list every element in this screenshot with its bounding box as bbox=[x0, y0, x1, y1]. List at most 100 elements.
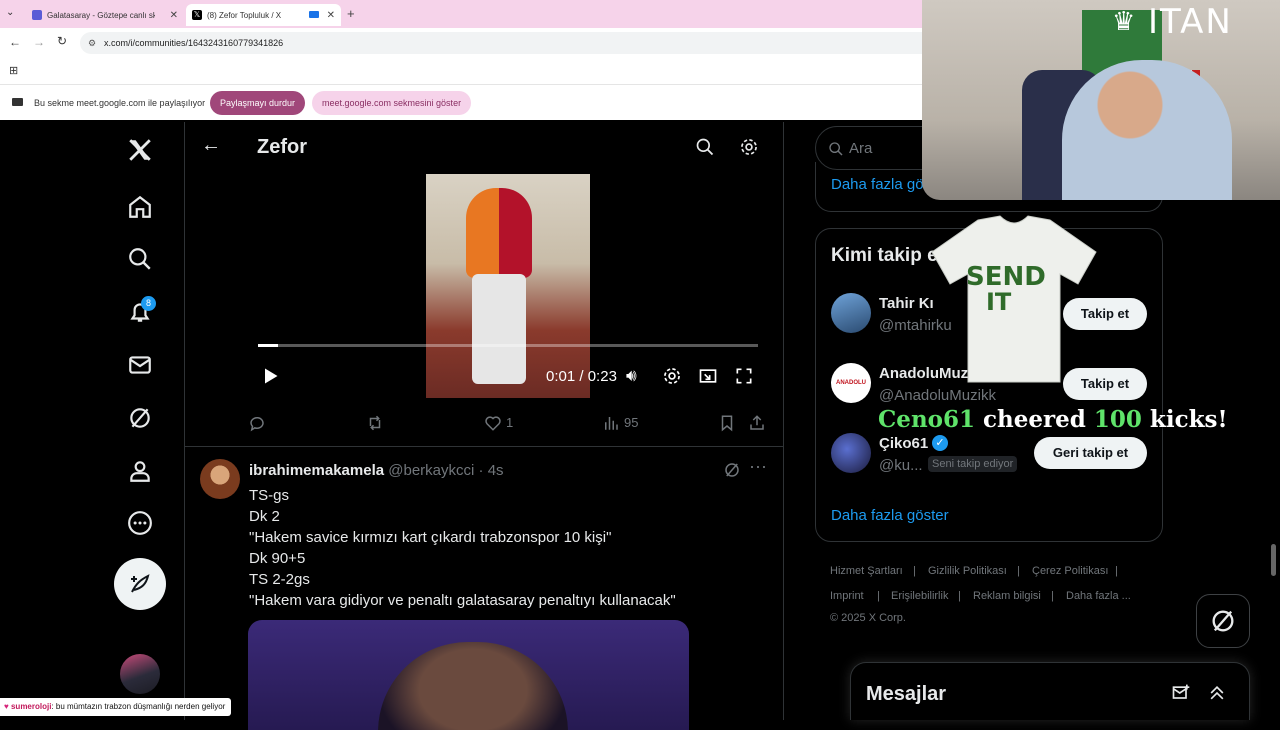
view-count: 95 bbox=[624, 415, 639, 430]
fullscreen-icon[interactable] bbox=[734, 366, 754, 386]
settings-gear-icon[interactable] bbox=[739, 137, 759, 157]
close-tab-icon[interactable]: ✕ bbox=[327, 10, 335, 21]
cheer-count: 100 bbox=[1093, 406, 1142, 433]
volume-icon[interactable]: 🔊︎ bbox=[626, 366, 637, 386]
tweet-time[interactable]: 4s bbox=[488, 462, 504, 479]
scrollbar-thumb[interactable] bbox=[1271, 544, 1276, 576]
grok-floating-button[interactable] bbox=[1196, 594, 1250, 648]
footer-link[interactable]: Hizmet Şartları bbox=[830, 565, 903, 577]
page-title: Zefor bbox=[257, 136, 307, 158]
tab-galatasaray[interactable]: Galatasaray - Göztepe canlı skor ✕ bbox=[26, 4, 184, 26]
cheer-user: Ceno61 bbox=[878, 406, 976, 433]
footer-separator: | bbox=[958, 590, 961, 602]
show-more-follow-link[interactable]: Daha fazla göster bbox=[831, 507, 949, 524]
explore-search-icon[interactable] bbox=[122, 241, 158, 277]
grok-explain-icon[interactable] bbox=[723, 461, 741, 479]
tshirt-icon bbox=[931, 215, 1097, 383]
show-meet-tab-button[interactable]: meet.google.com sekmesini göster bbox=[312, 91, 472, 115]
follow-name[interactable]: Tahir Kı bbox=[879, 295, 934, 312]
back-arrow-icon[interactable]: ← bbox=[201, 134, 221, 157]
tweet-line: TS-gs bbox=[249, 487, 290, 504]
tab-zefor[interactable]: 𝕏 (8) Zefor Topluluk / X ✕ bbox=[186, 4, 341, 26]
footer-link[interactable]: Çerez Politikası bbox=[1032, 565, 1108, 577]
close-tab-icon[interactable]: ✕ bbox=[170, 10, 178, 21]
follow-avatar[interactable] bbox=[831, 433, 871, 473]
compose-post-button[interactable] bbox=[114, 558, 166, 610]
footer-link[interactable]: Erişilebilirlik bbox=[891, 590, 948, 602]
tab-search-icon[interactable]: ⌄ bbox=[6, 7, 14, 18]
messages-drawer[interactable]: Mesajlar bbox=[850, 662, 1250, 720]
expand-messages-icon[interactable] bbox=[1207, 683, 1227, 703]
time-current: 0:01 bbox=[546, 368, 576, 385]
grok-icon[interactable] bbox=[122, 400, 158, 436]
video-frame bbox=[426, 174, 590, 398]
chat-user: sumeroloji bbox=[10, 702, 52, 711]
tweet-separator bbox=[185, 446, 783, 447]
tab-title: Galatasaray - Göztepe canlı skor bbox=[47, 10, 155, 20]
stop-sharing-button[interactable]: Paylaşmayı durdur bbox=[210, 91, 306, 115]
tweet-more-icon[interactable]: ··· bbox=[749, 456, 767, 477]
new-message-icon[interactable] bbox=[1171, 683, 1191, 703]
tweet-media-image[interactable] bbox=[248, 620, 689, 730]
search-icon[interactable] bbox=[695, 137, 715, 157]
follow-name[interactable]: Çiko61 bbox=[879, 435, 928, 452]
reply-icon[interactable] bbox=[248, 414, 266, 432]
community-header: ← Zefor bbox=[185, 122, 783, 174]
footer-separator: | bbox=[1115, 565, 1118, 577]
tweet-text: TS-gs Dk 2 "Hakem savice kırmızı kart çı… bbox=[249, 485, 676, 611]
home-icon[interactable] bbox=[122, 189, 158, 225]
video-progress-track[interactable] bbox=[258, 344, 758, 347]
x-favicon-icon: 𝕏 bbox=[192, 10, 202, 20]
search-placeholder: Ara bbox=[849, 140, 873, 157]
video-player[interactable]: 0:01 / 0:23 🔊︎ bbox=[248, 174, 767, 398]
notifications-bell-icon[interactable]: 8 bbox=[122, 294, 158, 330]
repost-icon[interactable] bbox=[366, 414, 384, 432]
follow-avatar[interactable]: ANADOLU bbox=[831, 363, 871, 403]
bookmark-icon[interactable] bbox=[718, 414, 736, 432]
profile-icon[interactable] bbox=[122, 453, 158, 489]
tab-favicon-icon bbox=[32, 10, 42, 20]
video-time: 0:01 / 0:23 bbox=[546, 368, 617, 385]
tweet-line: TS 2-2gs bbox=[249, 571, 310, 588]
messages-mail-icon[interactable] bbox=[122, 347, 158, 383]
share-icon[interactable] bbox=[748, 414, 766, 432]
site-info-icon[interactable]: ⚙ bbox=[88, 32, 96, 54]
video-figure-legs bbox=[472, 274, 526, 384]
like-heart-icon[interactable] bbox=[484, 414, 502, 432]
tweet-line: Dk 2 bbox=[249, 508, 280, 525]
back-icon[interactable]: ← bbox=[9, 35, 21, 49]
forward-icon[interactable]: → bbox=[33, 35, 45, 49]
more-icon[interactable] bbox=[122, 505, 158, 541]
follow-avatar[interactable] bbox=[831, 293, 871, 333]
tweet-handle[interactable]: @berkaykcci bbox=[388, 462, 474, 479]
tab-title: (8) Zefor Topluluk / X bbox=[207, 10, 282, 20]
footer-link[interactable]: Daha fazla ... bbox=[1066, 590, 1131, 602]
video-settings-icon[interactable] bbox=[662, 366, 682, 386]
reload-icon[interactable]: ↻ bbox=[57, 34, 67, 48]
grok-logo-icon bbox=[1212, 610, 1234, 632]
tweet-display-name[interactable]: ibrahimemakamela bbox=[249, 462, 384, 479]
url-text: x.com/i/communities/1643243160779341826 bbox=[104, 38, 284, 48]
account-avatar[interactable] bbox=[120, 654, 160, 694]
media-person-silhouette bbox=[378, 642, 568, 730]
time-separator: / bbox=[579, 368, 584, 385]
screen-share-icon bbox=[309, 11, 319, 18]
cheer-alert: Ceno61 cheered 100 kicks! bbox=[878, 406, 1228, 433]
chat-message: : bu mümtazın trabzon düşmanlığı nerden … bbox=[51, 702, 226, 711]
chat-heart-icon: ♥ bbox=[4, 702, 9, 711]
play-icon[interactable] bbox=[260, 366, 280, 386]
new-tab-icon[interactable]: + bbox=[347, 6, 355, 21]
views-icon[interactable] bbox=[602, 414, 620, 432]
footer-link[interactable]: Reklam bilgisi bbox=[973, 590, 1041, 602]
x-logo-icon[interactable] bbox=[122, 132, 158, 168]
follow-back-button[interactable]: Geri takip et bbox=[1034, 437, 1147, 469]
video-figure bbox=[466, 188, 532, 278]
video-progress-fill bbox=[258, 344, 278, 347]
right-divider bbox=[783, 122, 784, 720]
tweet-avatar[interactable] bbox=[200, 459, 240, 499]
apps-grid-icon[interactable]: ⊞ bbox=[9, 64, 18, 77]
footer-link[interactable]: Gizlilik Politikası bbox=[928, 565, 1007, 577]
pip-icon[interactable] bbox=[698, 366, 718, 386]
tweet-line: "Hakem vara gidiyor ve penaltı galatasar… bbox=[249, 592, 676, 609]
footer-link[interactable]: Imprint bbox=[830, 590, 864, 602]
